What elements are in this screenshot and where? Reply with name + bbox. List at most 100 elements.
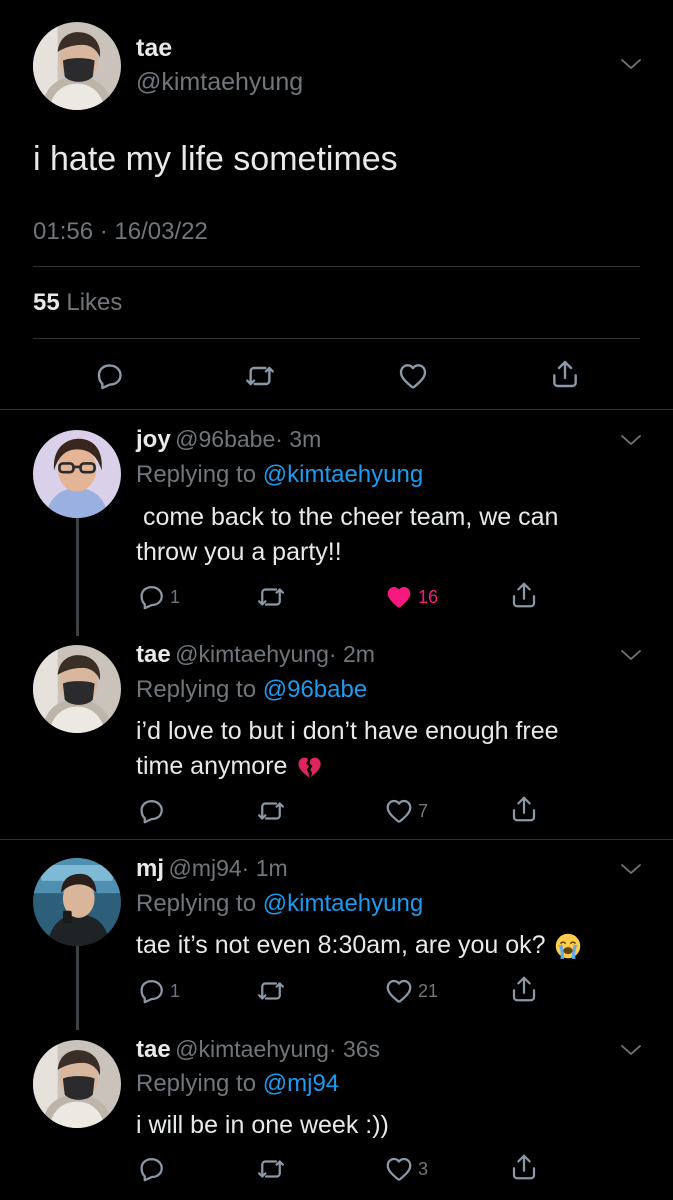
divider — [33, 266, 640, 267]
reply-icon — [136, 582, 166, 612]
replying-to-label: Replying to — [136, 461, 257, 488]
replying-to-label: Replying to — [136, 676, 257, 703]
like-button[interactable]: 16 — [384, 582, 438, 612]
likes-stat[interactable]: 55 Likes — [33, 289, 122, 317]
reply-button[interactable]: 1 — [136, 976, 180, 1006]
mention-link[interactable]: @mj94 — [263, 1070, 339, 1097]
reply-header: joy @96babe· 3m — [136, 426, 321, 454]
share-icon — [509, 1152, 539, 1182]
chevron-down-icon[interactable] — [620, 433, 642, 447]
reply-text: i will be in one week :)) — [136, 1108, 389, 1143]
author-handle[interactable]: @kimtaehyung — [175, 1036, 329, 1062]
retweet-icon — [256, 976, 286, 1006]
replying-to-label: Replying to — [136, 1070, 257, 1097]
share-icon — [509, 580, 539, 610]
reply-text-line: come back to the cheer team, we can — [136, 503, 559, 531]
replying-to-label: Replying to — [136, 890, 257, 917]
like-count: 7 — [418, 800, 429, 821]
reply-count: 1 — [170, 586, 181, 607]
avatar[interactable] — [33, 1040, 121, 1128]
author-name[interactable]: mj — [136, 855, 164, 882]
avatar[interactable] — [33, 858, 121, 946]
author-name[interactable]: tae — [136, 34, 172, 63]
share-button[interactable] — [509, 974, 539, 1004]
author-name[interactable]: tae — [136, 1036, 171, 1063]
author-handle[interactable]: @96babe — [175, 426, 275, 452]
reply-time: · 3m — [275, 426, 322, 452]
avatar[interactable] — [33, 430, 121, 518]
chevron-down-icon[interactable] — [620, 648, 642, 662]
avatar[interactable] — [33, 645, 121, 733]
reply-text: tae it’s not even 8:30am, are you ok? — [136, 928, 582, 963]
author-name[interactable]: tae — [136, 641, 171, 668]
share-button[interactable] — [509, 1152, 539, 1182]
retweet-icon[interactable] — [244, 360, 276, 392]
mention-link[interactable]: @96babe — [263, 676, 367, 703]
reply-icon[interactable] — [93, 360, 125, 392]
share-button[interactable] — [509, 580, 539, 610]
retweet-icon — [256, 1154, 286, 1184]
tweet-text: i hate my life sometimes — [33, 140, 398, 178]
reply-text: come back to the cheer team, we can thro… — [136, 500, 558, 570]
broken-heart-emoji — [295, 753, 323, 781]
like-icon[interactable] — [397, 360, 429, 392]
reply-header: mj @mj94· 1m — [136, 855, 288, 883]
likes-count: 55 — [33, 289, 60, 316]
reply-text-line: i’d love to but i don’t have enough free — [136, 717, 559, 745]
share-icon[interactable] — [549, 358, 581, 390]
divider — [0, 839, 673, 840]
like-icon — [384, 976, 414, 1006]
author-name[interactable]: joy — [136, 426, 171, 453]
like-button[interactable]: 3 — [384, 1154, 428, 1184]
reply-time: · 2m — [328, 641, 375, 667]
reply-text-line: time anymore — [136, 752, 288, 780]
chevron-down-icon[interactable] — [620, 862, 642, 876]
reply-time: · 1m — [241, 855, 288, 881]
reply-button[interactable]: 1 — [136, 582, 180, 612]
avatar[interactable] — [33, 22, 121, 110]
reply-header: tae @kimtaehyung· 36s — [136, 1036, 380, 1064]
reply-header: tae @kimtaehyung· 2m — [136, 641, 375, 669]
author-handle[interactable]: @mj94 — [168, 855, 241, 881]
reply-text-line: throw you a party!! — [136, 538, 342, 566]
mention-link[interactable]: @kimtaehyung — [263, 890, 423, 917]
like-button[interactable]: 21 — [384, 976, 438, 1006]
replying-to: Replying to @kimtaehyung — [136, 890, 423, 918]
loudly-crying-face-emoji — [554, 932, 582, 960]
author-handle[interactable]: @kimtaehyung — [175, 641, 329, 667]
chevron-down-icon[interactable] — [620, 57, 642, 71]
share-button[interactable] — [509, 794, 539, 824]
likes-label: Likes — [66, 289, 123, 316]
author-handle[interactable]: @kimtaehyung — [136, 68, 303, 97]
chevron-down-icon[interactable] — [620, 1043, 642, 1057]
like-count: 21 — [418, 980, 439, 1001]
retweet-button[interactable] — [256, 582, 286, 612]
reply-text-line: tae it’s not even 8:30am, are you ok? — [136, 931, 546, 959]
divider — [33, 338, 640, 339]
retweet-icon — [256, 582, 286, 612]
like-button[interactable]: 7 — [384, 796, 428, 826]
mention-link[interactable]: @kimtaehyung — [263, 461, 423, 488]
like-count: 3 — [418, 1158, 429, 1179]
like-count: 16 — [418, 586, 439, 607]
retweet-button[interactable] — [256, 1154, 286, 1184]
reply-text-line: i will be in one week :)) — [136, 1111, 389, 1139]
reply-time: · 36s — [328, 1036, 381, 1062]
reply-icon — [136, 1154, 166, 1184]
retweet-button[interactable] — [256, 796, 286, 826]
replying-to: Replying to @96babe — [136, 676, 367, 704]
reply-text: i’d love to but i don’t have enough free… — [136, 714, 559, 784]
divider — [0, 409, 673, 410]
replying-to: Replying to @mj94 — [136, 1070, 339, 1098]
retweet-button[interactable] — [256, 976, 286, 1006]
share-icon — [509, 974, 539, 1004]
reply-count: 1 — [170, 980, 181, 1001]
reply-button[interactable] — [136, 1154, 170, 1184]
reply-icon — [136, 976, 166, 1006]
like-filled-icon — [384, 582, 414, 612]
reply-icon — [136, 796, 166, 826]
tweet-timestamp[interactable]: 01:56 · 16/03/22 — [33, 218, 208, 246]
retweet-icon — [256, 796, 286, 826]
share-icon — [509, 794, 539, 824]
reply-button[interactable] — [136, 796, 170, 826]
